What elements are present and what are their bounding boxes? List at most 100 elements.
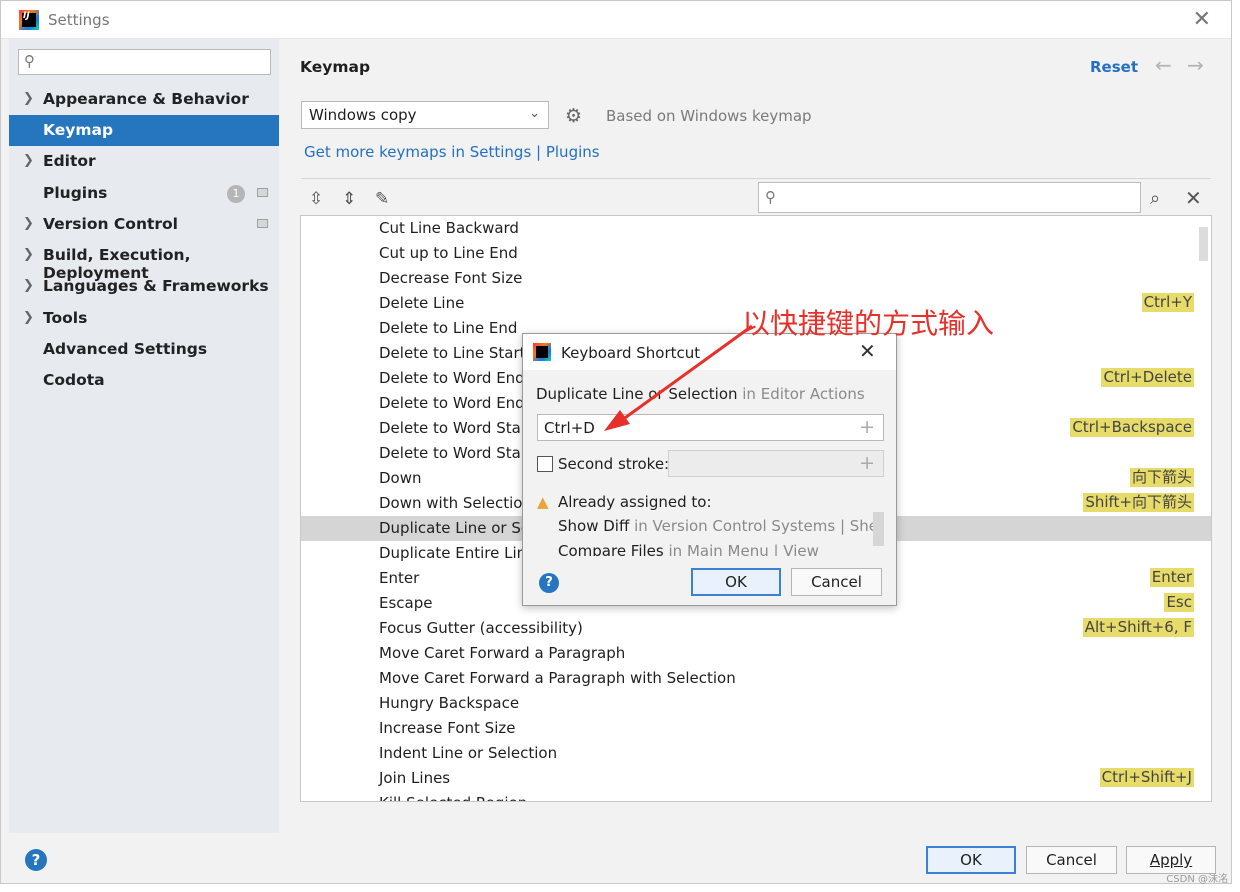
dialog-action-name: Duplicate Line or Selection in Editor Ac… [536, 385, 865, 403]
sidebar-item-label: Plugins [43, 184, 108, 202]
action-search-input[interactable]: ⚲ [758, 182, 1141, 213]
sidebar-search-input[interactable]: ⚲ [18, 49, 271, 75]
ok-button[interactable]: OK [926, 846, 1016, 874]
project-scope-icon [257, 188, 268, 197]
sidebar-item-label: Codota [43, 371, 105, 389]
intellij-logo-icon [533, 343, 551, 361]
search-icon: ⚲ [765, 188, 776, 206]
sidebar-item-codota[interactable]: Codota [9, 365, 279, 396]
second-stroke-input[interactable]: + [668, 450, 884, 477]
sidebar-item-label: Languages & Frameworks [43, 277, 269, 295]
intellij-logo-icon [19, 10, 39, 30]
sidebar-item-editor[interactable]: ❯ Editor [9, 146, 279, 177]
title-bar: Settings ✕ [1, 1, 1231, 39]
action-row[interactable]: Decrease Font Size [301, 266, 1211, 291]
action-group: in Editor Actions [737, 385, 865, 403]
sidebar-item-keymap[interactable]: Keymap [9, 115, 279, 146]
forward-arrow-icon[interactable]: → [1187, 53, 1204, 77]
close-icon[interactable]: ✕ [1193, 7, 1211, 32]
sidebar-item-appearance-behavior[interactable]: ❯ Appearance & Behavior [9, 84, 279, 115]
already-assigned-label: Already assigned to: [558, 493, 712, 511]
chevron-right-icon[interactable]: ❯ [23, 91, 34, 106]
action-name: Cut up to Line End [379, 244, 518, 262]
chevron-right-icon[interactable]: ❯ [23, 247, 34, 262]
watermark: CSDN @沫洺 [1166, 874, 1228, 885]
shortcut-badge: Ctrl+Delete [1101, 368, 1194, 387]
conflict-location: in Version Control Systems | Shel [629, 517, 883, 535]
update-count-badge: 1 [227, 185, 245, 203]
action-row[interactable]: Cut up to Line End [301, 241, 1211, 266]
gear-icon[interactable]: ⚙ [565, 105, 582, 127]
shortcut-value: Ctrl+D [544, 419, 595, 437]
action-name: Delete Line [379, 294, 465, 312]
chevron-right-icon[interactable]: ❯ [23, 310, 34, 325]
action-row[interactable]: Focus Gutter (accessibility) Alt+Shift+6,… [301, 616, 1211, 641]
expand-all-icon[interactable]: ⇳ [309, 189, 323, 209]
action-name: Kill Selected Region [379, 794, 527, 801]
sidebar-item-advanced-settings[interactable]: Advanced Settings [9, 334, 279, 365]
close-icon[interactable]: ✕ [859, 339, 876, 363]
conflict-name: Compare Files [558, 542, 664, 556]
keymap-dropdown[interactable]: Windows copy ⌄ [301, 101, 549, 129]
first-stroke-input[interactable]: Ctrl+D + [537, 414, 884, 441]
ok-button-label: OK [960, 851, 982, 869]
action-name: Focus Gutter (accessibility) [379, 619, 583, 637]
second-stroke-label: Second stroke: [558, 455, 670, 473]
sidebar-item-tools[interactable]: ❯ Tools [9, 303, 279, 334]
chevron-right-icon[interactable]: ❯ [23, 153, 34, 168]
dialog-cancel-button[interactable]: Cancel [791, 568, 882, 596]
cancel-button-label: Cancel [1046, 851, 1097, 869]
action-row[interactable]: Increase Font Size [301, 716, 1211, 741]
chevron-right-icon[interactable]: ❯ [23, 216, 34, 231]
apply-button-label: Apply [1149, 851, 1193, 869]
action-name: Cut Line Backward [379, 219, 519, 237]
action-row[interactable]: Cut Line Backward [301, 216, 1211, 241]
action-name: Down with Selection [379, 494, 532, 512]
shortcut-badge: 向下箭头 [1129, 468, 1194, 487]
clear-search-icon[interactable]: ✕ [1185, 186, 1202, 210]
action-name: Enter [379, 569, 420, 587]
based-on-label: Based on Windows keymap [606, 107, 812, 125]
sidebar-item-label: Advanced Settings [43, 340, 208, 358]
reset-link[interactable]: Reset [1090, 58, 1138, 76]
chevron-right-icon[interactable]: ❯ [23, 278, 34, 293]
sidebar-item-label: Tools [43, 309, 88, 327]
shortcut-badge: Alt+Shift+6, F [1082, 618, 1194, 637]
action-row[interactable]: Join Lines Ctrl+Shift+J [301, 766, 1211, 791]
action-row[interactable]: Move Caret Forward a Paragraph with Sele… [301, 666, 1211, 691]
action-name: Join Lines [379, 769, 451, 787]
action-row[interactable]: Indent Line or Selection [301, 741, 1211, 766]
find-by-shortcut-icon[interactable]: ⌕ [1150, 188, 1160, 209]
sidebar-item-languages-frameworks[interactable]: ❯ Languages & Frameworks [9, 271, 279, 302]
action-row[interactable]: Hungry Backspace [301, 691, 1211, 716]
edit-pencil-icon[interactable]: ✎ [375, 189, 389, 209]
second-stroke-checkbox[interactable] [537, 456, 553, 472]
annotation-text: 以快捷键的方式输入 [742, 307, 995, 340]
back-arrow-icon[interactable]: ← [1155, 53, 1172, 77]
help-icon[interactable]: ? [539, 573, 559, 593]
shortcut-badge: Ctrl+Shift+J [1099, 768, 1194, 787]
cancel-button[interactable]: Cancel [1026, 846, 1117, 874]
shortcut-badge: Ctrl+Backspace [1070, 418, 1194, 437]
collapse-all-icon[interactable]: ⇕ [342, 189, 356, 209]
shortcut-badge: Shift+向下箭头 [1083, 493, 1194, 512]
conflict-item: Show Diff in Version Control Systems | S… [558, 517, 882, 535]
more-keymaps-link[interactable]: Get more keymaps in Settings | Plugins [304, 143, 600, 161]
action-name: Delete to Word Star [379, 444, 527, 462]
action-name: Move Caret Forward a Paragraph [379, 644, 626, 662]
chevron-down-icon: ⌄ [529, 106, 540, 121]
sidebar-item-version-control[interactable]: ❯ Version Control [9, 209, 279, 240]
action-name: Delete to Line Start [379, 344, 526, 362]
help-icon[interactable]: ? [25, 849, 47, 871]
action-name: Move Caret Forward a Paragraph with Sele… [379, 669, 736, 687]
action-row[interactable]: Move Caret Forward a Paragraph [301, 641, 1211, 666]
sidebar-item-build-execution-deployment[interactable]: ❯ Build, Execution, Deployment [9, 240, 279, 282]
plus-icon[interactable]: + [859, 416, 875, 438]
list-scrollbar[interactable] [1199, 227, 1208, 261]
sidebar-item-plugins[interactable]: Plugins 1 [9, 178, 279, 209]
conflicts-scrollbar[interactable] [873, 512, 884, 546]
shortcut-badge: Esc [1164, 593, 1194, 612]
action-row[interactable]: Kill Selected Region [301, 791, 1211, 801]
divider [301, 178, 1211, 179]
dialog-ok-button[interactable]: OK [691, 568, 781, 596]
